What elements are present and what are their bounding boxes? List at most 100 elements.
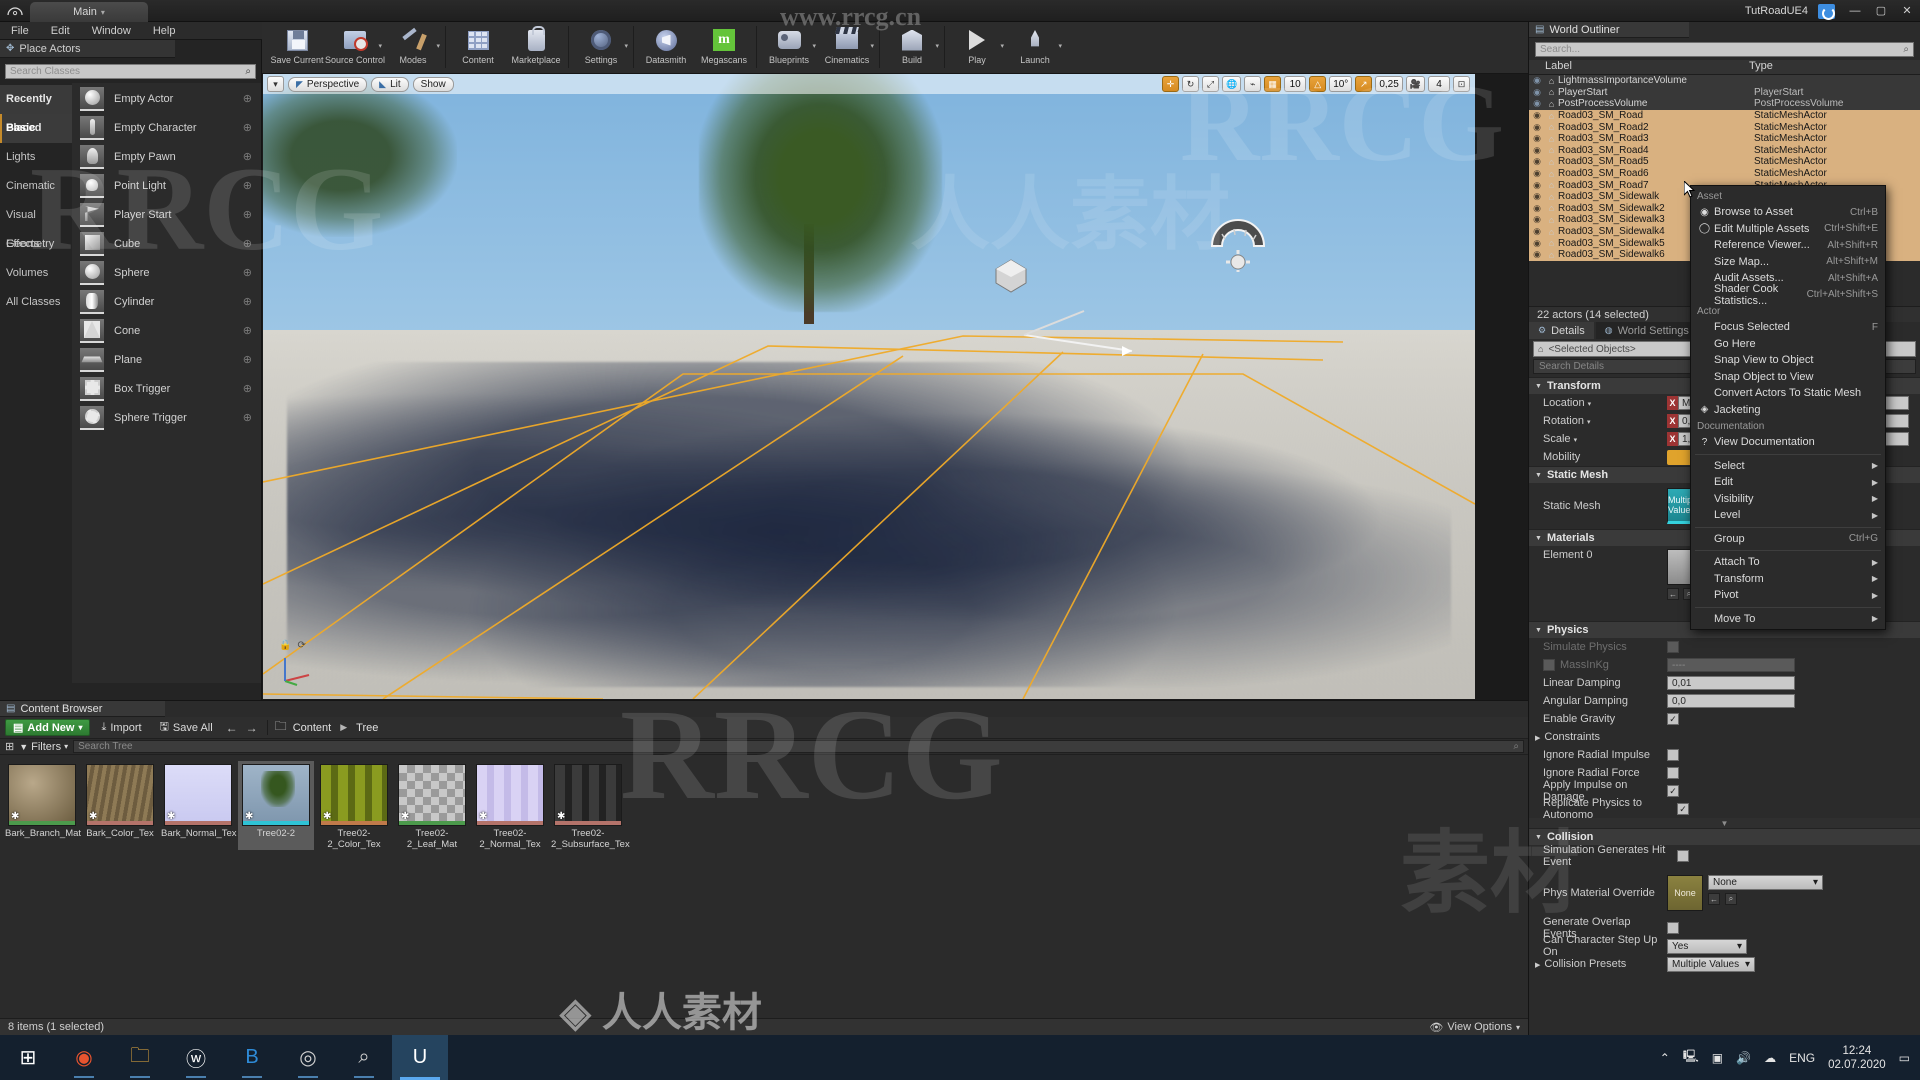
menu-help[interactable]: Help <box>142 22 187 40</box>
place-actors-category-visual-effects[interactable]: Visual Effects <box>0 201 72 230</box>
tray-network-icon[interactable]: 🖳 <box>1683 1047 1699 1068</box>
content-asset-item[interactable]: ✱Tree02-2_Normal_Tex <box>472 761 548 850</box>
content-asset-item[interactable]: ✱Tree02-2_Color_Tex <box>316 761 392 850</box>
place-actor-item-sphere-trigger[interactable]: Sphere Trigger⊕ <box>72 403 261 432</box>
scale-mode-icon[interactable]: ⤢ <box>1202 76 1219 92</box>
chevron-down-icon[interactable]: ▾ <box>935 42 939 50</box>
lighting-mode-lit[interactable]: ◣Lit <box>371 77 408 92</box>
tab-details[interactable]: ⚙ Details <box>1529 322 1594 339</box>
context-menu-item-convert-actors-to-static-mesh[interactable]: Convert Actors To Static Mesh <box>1691 385 1885 402</box>
section-collision[interactable]: ▼ Collision <box>1529 828 1920 845</box>
context-menu-item-select[interactable]: Select▶ <box>1691 458 1885 475</box>
breadcrumb-tree[interactable]: Tree <box>354 722 380 734</box>
content-asset-item[interactable]: ✱Bark_Normal_Tex <box>160 761 236 850</box>
chevron-down-icon[interactable]: ▾ <box>436 42 440 50</box>
place-actor-item-empty-actor[interactable]: Empty Actor⊕ <box>72 84 261 113</box>
context-menu-item-snap-object-to-view[interactable]: Snap Object to View <box>1691 369 1885 386</box>
content-browser-tab[interactable]: ▤ Content Browser <box>0 701 165 717</box>
outliner-row[interactable]: ◉⌂Road03_SM_Road6StaticMeshActor <box>1529 168 1920 180</box>
place-actor-item-player-start[interactable]: Player Start⊕ <box>72 200 261 229</box>
asset-thumbnail-bark-texture[interactable]: ✱ <box>86 764 154 826</box>
context-menu-item-pivot[interactable]: Pivot▶ <box>1691 587 1885 604</box>
place-actors-category-recently-placed[interactable]: Recently Placed <box>0 85 72 114</box>
toolbar-content-button[interactable]: Content <box>449 22 507 72</box>
context-menu-item-browse-to-asset[interactable]: ◉Browse to AssetCtrl+B <box>1691 204 1885 221</box>
visibility-eye-icon[interactable]: ◉ <box>1529 249 1545 260</box>
visibility-eye-icon[interactable]: ◉ <box>1529 168 1545 179</box>
content-browser-search-input[interactable]: Search Tree ⌕ <box>73 740 1524 753</box>
scale-snap-toggle[interactable]: ↗ <box>1355 76 1372 92</box>
context-menu-item-reference-viewer[interactable]: Reference Viewer...Alt+Shift+R <box>1691 237 1885 254</box>
tray-update-icon[interactable]: ▣ <box>1712 1051 1723 1065</box>
place-actors-category-all-classes[interactable]: All Classes <box>0 288 72 317</box>
add-actor-icon[interactable]: ⊕ <box>243 150 252 163</box>
viewport-lock-icon[interactable]: 🔒 <box>279 640 291 651</box>
grid-snap-toggle[interactable]: ▦ <box>1264 76 1281 92</box>
place-actor-item-cylinder[interactable]: Cylinder⊕ <box>72 287 261 316</box>
minimize-button[interactable]: — <box>1842 0 1868 22</box>
outliner-row[interactable]: ◉⌂PostProcessVolumePostProcessVolume <box>1529 98 1920 110</box>
place-actor-item-empty-pawn[interactable]: Empty Pawn⊕ <box>72 142 261 171</box>
step-up-dropdown[interactable]: Yes▾ <box>1667 939 1747 954</box>
toolbar-blueprints-button[interactable]: Blueprints▾ <box>760 22 818 72</box>
outliner-row[interactable]: ◉⌂PlayerStartPlayerStart <box>1529 87 1920 99</box>
outliner-col-label[interactable]: Label <box>1529 60 1749 74</box>
tray-language[interactable]: ENG <box>1789 1051 1815 1065</box>
chevron-down-icon[interactable]: ▾ <box>1000 42 1004 50</box>
outliner-row[interactable]: ◉⌂Road03_SM_Road2StaticMeshActor <box>1529 121 1920 133</box>
taskbar-unreal-engine-icon[interactable]: U <box>392 1035 448 1080</box>
place-actors-category-lights[interactable]: Lights <box>0 143 72 172</box>
chevron-down-icon[interactable]: ▾ <box>1058 42 1062 50</box>
chevron-down-icon[interactable]: ▾ <box>870 42 874 50</box>
translate-mode-icon[interactable]: ✛ <box>1162 76 1179 92</box>
nav-forward-icon[interactable]: → <box>244 721 260 735</box>
add-actor-icon[interactable]: ⊕ <box>243 411 252 424</box>
add-actor-icon[interactable]: ⊕ <box>243 353 252 366</box>
visibility-eye-icon[interactable]: ◉ <box>1529 180 1545 191</box>
world-outliner-tab[interactable]: ▤ World Outliner <box>1529 22 1689 38</box>
context-menu-item-jacketing[interactable]: ◈Jacketing <box>1691 402 1885 419</box>
context-menu-item-level[interactable]: Level▶ <box>1691 507 1885 524</box>
outliner-row[interactable]: ◉⌂LightmassImportanceVolume <box>1529 75 1920 87</box>
context-menu-item-go-here[interactable]: Go Here <box>1691 336 1885 353</box>
context-menu-item-shader-cook-statistics[interactable]: Shader Cook Statistics...Ctrl+Alt+Shift+… <box>1691 287 1885 304</box>
outliner-row[interactable]: ◉⌂Road03_SM_Road5StaticMeshActor <box>1529 156 1920 168</box>
add-actor-icon[interactable]: ⊕ <box>243 179 252 192</box>
level-tab-main[interactable]: Main▾ <box>30 2 148 22</box>
visibility-eye-icon[interactable]: ◉ <box>1529 110 1545 121</box>
phys-material-thumbnail[interactable]: None <box>1667 875 1703 911</box>
context-menu-item-focus-selected[interactable]: Focus SelectedF <box>1691 319 1885 336</box>
taskbar-start-button[interactable]: ⊞ <box>0 1035 56 1080</box>
visibility-eye-icon[interactable]: ◉ <box>1529 87 1545 98</box>
camera-speed-value[interactable]: 4 <box>1428 76 1450 92</box>
visibility-eye-icon[interactable]: ◉ <box>1529 226 1545 237</box>
phys-material-back-icon[interactable]: ← <box>1708 893 1720 905</box>
outliner-col-type[interactable]: Type <box>1749 60 1920 74</box>
toolbar-cinematics-button[interactable]: Cinematics▾ <box>818 22 876 72</box>
context-menu-item-size-map[interactable]: Size Map...Alt+Shift+M <box>1691 254 1885 271</box>
material-back-icon[interactable]: ← <box>1667 588 1679 600</box>
add-actor-icon[interactable]: ⊕ <box>243 295 252 308</box>
add-actor-icon[interactable]: ⊕ <box>243 266 252 279</box>
toolbar-modes-button[interactable]: Modes▾ <box>384 22 442 72</box>
toolbar-play-button[interactable]: Play▾ <box>948 22 1006 72</box>
asset-thumbnail-leaf-normal-texture[interactable]: ✱ <box>476 764 544 826</box>
toolbar-source-control-button[interactable]: Source Control▾ <box>326 22 384 72</box>
visibility-eye-icon[interactable]: ◉ <box>1529 214 1545 225</box>
place-actors-category-cinematic[interactable]: Cinematic <box>0 172 72 201</box>
maximize-button[interactable]: ▢ <box>1868 0 1894 22</box>
toolbar-launch-button[interactable]: Launch▾ <box>1006 22 1064 72</box>
rotation-snap-value[interactable]: 10° <box>1329 76 1352 92</box>
context-menu-item-edit-multiple-assets[interactable]: ◯Edit Multiple AssetsCtrl+Shift+E <box>1691 221 1885 238</box>
content-asset-item[interactable]: ✱Bark_Branch_Mat <box>4 761 80 850</box>
add-new-button[interactable]: ▤ Add New ▾ <box>5 719 90 736</box>
ignore-radial-force-checkbox[interactable] <box>1667 767 1679 779</box>
save-all-button[interactable]: 🖫 Save All <box>153 719 220 736</box>
context-menu-item-move-to[interactable]: Move To▶ <box>1691 611 1885 628</box>
add-actor-icon[interactable]: ⊕ <box>243 121 252 134</box>
generate-overlap-checkbox[interactable] <box>1667 922 1679 934</box>
context-menu-item-edit[interactable]: Edit▶ <box>1691 474 1885 491</box>
level-viewport[interactable]: ▾ ◤Perspective ◣Lit Show ✛ ↻ ⤢ 🌐 ⌁ ▦ 10 … <box>263 74 1475 699</box>
mass-in-kg-field[interactable]: ---- <box>1667 658 1795 672</box>
asset-thumbnail-leaf-color-texture[interactable]: ✱ <box>320 764 388 826</box>
